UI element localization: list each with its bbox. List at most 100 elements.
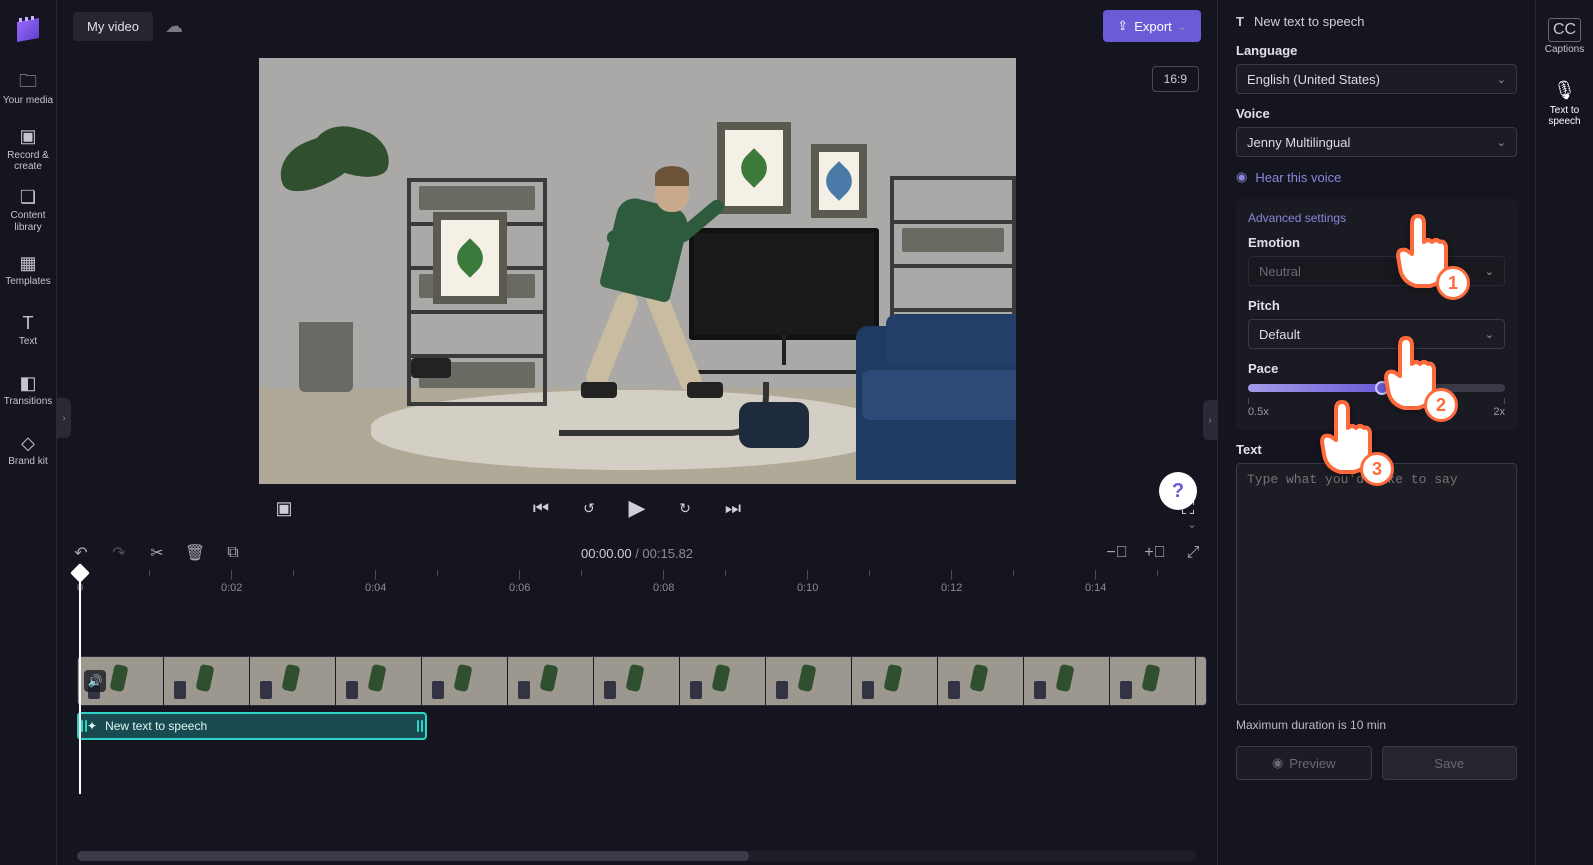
annotation-hand-3: 3	[1308, 400, 1382, 482]
pitch-label: Pitch	[1248, 298, 1505, 313]
voice-value: Jenny Multilingual	[1247, 135, 1350, 150]
split-button[interactable]: ✂	[147, 543, 167, 563]
voice-select[interactable]: Jenny Multilingual ⌄	[1236, 127, 1517, 157]
chevron-down-icon: ⌄	[1497, 73, 1506, 86]
rail-your-media[interactable]: 🗀 Your media	[0, 62, 57, 116]
rail-label: Your media	[3, 95, 53, 107]
project-name[interactable]: My video	[73, 12, 153, 41]
chevron-down-icon: ⌄	[1178, 20, 1187, 33]
timeline-tracks[interactable]: 🔊 ✦ New text to speech	[57, 594, 1217, 865]
folder-icon: 🗀	[19, 71, 37, 92]
rail-templates[interactable]: ▦Templates	[0, 243, 57, 297]
clip-trim-handle-left[interactable]	[79, 714, 89, 738]
play-circle-icon: ◉	[1236, 169, 1247, 185]
skip-prev-button[interactable]: ⏮	[530, 497, 552, 519]
rail-transitions[interactable]: ◧ Transitions	[0, 363, 57, 417]
safe-zone-toggle[interactable]: ▣	[273, 497, 295, 519]
redo-button[interactable]: ↷	[109, 543, 129, 563]
duplicate-button[interactable]: ⧉	[223, 543, 243, 563]
timeline-toolbar: ↶ ↷ ✂ 🗑 ⧉ 00:00.00 / 00:15.82 −⃝ +⃝ ⤢	[57, 536, 1217, 570]
video-clip[interactable]: 🔊	[77, 656, 1207, 706]
forward-5-button[interactable]: ↻	[674, 497, 696, 519]
pace-min-label: 0.5x	[1248, 406, 1269, 418]
tts-text-input[interactable]	[1236, 463, 1517, 705]
aspect-ratio-button[interactable]: 16:9	[1152, 66, 1199, 92]
emotion-label: Emotion	[1248, 235, 1505, 250]
tts-label: Text to speech	[1538, 105, 1592, 128]
timecode-display: 00:00.00 / 00:15.82	[581, 546, 693, 561]
microphone-icon: 🎙	[1549, 78, 1580, 103]
undo-button[interactable]: ↶	[71, 543, 91, 563]
text-icon: T	[23, 313, 34, 334]
rail-text[interactable]: T Text	[0, 303, 57, 357]
language-value: English (United States)	[1247, 72, 1380, 87]
ruler-mark: 0:12	[941, 582, 962, 594]
play-button[interactable]: ▶	[626, 497, 648, 519]
chevron-down-icon: ⌄	[1485, 328, 1494, 341]
emotion-value: Neutral	[1259, 264, 1301, 279]
rail-brand-kit[interactable]: ◇Brand kit	[0, 423, 57, 477]
play-circle-icon: ◉	[1272, 755, 1283, 771]
timeline-scrollbar[interactable]	[77, 851, 1197, 861]
voice-label: Voice	[1236, 106, 1517, 121]
ruler-mark: 0:10	[797, 582, 818, 594]
zoom-in-button[interactable]: +⃝	[1145, 543, 1165, 563]
annotation-badge-1: 1	[1436, 266, 1470, 300]
max-duration-hint: Maximum duration is 10 min	[1236, 718, 1517, 732]
rail-label: Content library	[2, 210, 55, 233]
language-label: Language	[1236, 43, 1517, 58]
rail-record-create[interactable]: ▣ Record & create	[0, 122, 57, 177]
left-rail: 🗀 Your media ▣ Record & create ❏Content li…	[0, 0, 57, 865]
ruler-mark: 0:04	[365, 582, 386, 594]
rail-label: Transitions	[4, 396, 53, 408]
ruler-mark: 0:14	[1085, 582, 1106, 594]
advanced-settings-title: Advanced settings	[1248, 211, 1505, 225]
clip-audio-icon[interactable]: 🔊	[84, 670, 106, 692]
text-to-speech-tab[interactable]: 🎙 Text to speech	[1536, 72, 1593, 134]
app-logo-icon	[13, 14, 43, 44]
delete-button[interactable]: 🗑	[185, 543, 205, 563]
tts-clip[interactable]: ✦ New text to speech	[77, 712, 427, 740]
language-select[interactable]: English (United States) ⌄	[1236, 64, 1517, 94]
pace-max-label: 2x	[1493, 406, 1505, 418]
rail-label: Text	[19, 336, 37, 348]
annotation-hand-2: 2	[1372, 336, 1446, 418]
video-preview[interactable]	[259, 58, 1016, 484]
rail-label: Record & create	[2, 150, 55, 173]
hear-voice-label: Hear this voice	[1255, 170, 1341, 185]
help-button[interactable]: ?	[1159, 472, 1197, 510]
save-label: Save	[1434, 756, 1464, 771]
annotation-hand-1: 1	[1384, 214, 1458, 296]
text-icon: T	[1236, 14, 1244, 29]
pitch-value: Default	[1259, 327, 1300, 342]
camera-icon: ▣	[19, 126, 36, 147]
ruler-mark: 0:08	[653, 582, 674, 594]
captions-icon: CC	[1548, 18, 1581, 42]
transport-bar: ▣ ⏮ ↺ ▶ ↻ ⏭ ⛶	[57, 484, 1217, 532]
hear-voice-button[interactable]: ◉ Hear this voice	[1236, 169, 1517, 185]
upload-icon: ⇪	[1117, 18, 1128, 34]
ruler-mark: 0:06	[509, 582, 530, 594]
transitions-icon: ◧	[19, 373, 36, 394]
topbar: My video ☁︎ ⇪ Export ⌄	[57, 0, 1217, 52]
export-button[interactable]: ⇪ Export ⌄	[1103, 10, 1201, 42]
library-icon: ❏	[20, 187, 36, 208]
rail-content-library[interactable]: ❏Content library	[0, 183, 57, 238]
rewind-5-button[interactable]: ↺	[578, 497, 600, 519]
panel-collapse-chevron[interactable]: ⌄	[1177, 516, 1207, 532]
clip-trim-handle-right[interactable]	[415, 714, 425, 738]
skip-next-button[interactable]: ⏭	[722, 497, 744, 519]
current-time: 00:00.00	[581, 546, 632, 561]
zoom-out-button[interactable]: −⃝	[1107, 543, 1127, 563]
captions-tab[interactable]: CC Captions	[1536, 12, 1593, 62]
fit-timeline-button[interactable]: ⤢	[1183, 543, 1203, 563]
far-right-rail: CC Captions 🎙 Text to speech	[1535, 0, 1593, 865]
ruler-zero: 0	[77, 582, 83, 594]
right-panel-collapse-handle[interactable]: ›	[1203, 400, 1217, 440]
templates-icon: ▦	[19, 253, 36, 274]
preview-button[interactable]: ◉ Preview	[1236, 746, 1372, 780]
tts-clip-label: New text to speech	[105, 719, 207, 733]
rail-label: Brand kit	[8, 456, 47, 468]
timeline-ruler[interactable]: 0 0:02 0:04 0:06 0:08 0:10 0:12 0:14	[57, 570, 1217, 594]
save-button[interactable]: Save	[1382, 746, 1518, 780]
